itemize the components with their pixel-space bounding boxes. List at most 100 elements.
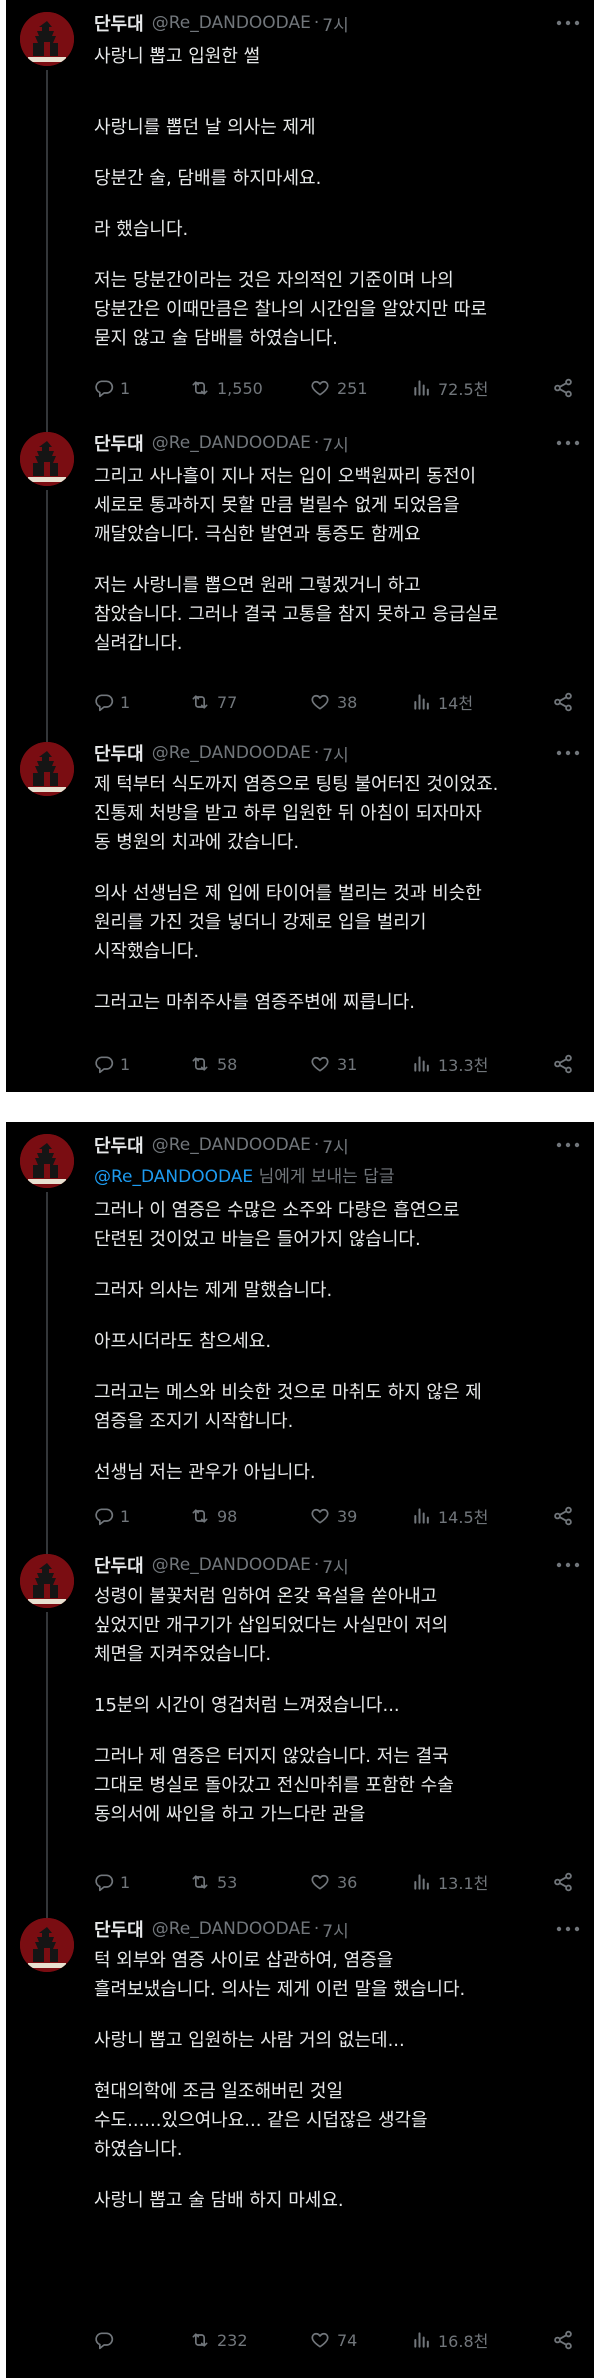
author-handle[interactable]: @Re_DANDOODAE: [152, 13, 311, 33]
tweet-3[interactable]: 단두대 @Re_DANDOODAE · 7시 제 턱부터 식도까지 염증으로 팅…: [6, 730, 594, 1092]
tweet-text: 그리고 사나흘이 지나 저는 입이 오백원짜리 동전이 세로로 통과하지 못할 …: [94, 462, 580, 680]
author-name[interactable]: 단두대: [94, 430, 144, 456]
heart-icon: [309, 1506, 337, 1526]
author-name[interactable]: 단두대: [94, 740, 144, 766]
views-icon: [412, 1872, 438, 1892]
retweet-button[interactable]: 53: [189, 1872, 309, 1892]
like-button[interactable]: 39: [309, 1506, 412, 1526]
retweet-button[interactable]: 58: [189, 1054, 309, 1074]
author-handle[interactable]: @Re_DANDOODAE: [152, 1135, 311, 1155]
views-button[interactable]: 13.1천: [412, 1870, 512, 1894]
avatar[interactable]: [20, 1134, 74, 1188]
tweet-time[interactable]: 7시: [322, 1917, 348, 1942]
reply-button[interactable]: 1: [94, 1054, 189, 1074]
like-button[interactable]: 38: [309, 692, 412, 712]
tweet-paragraph: 선생님 저는 관우가 아닙니다.: [94, 1462, 316, 1483]
reply-icon: [94, 1054, 120, 1074]
share-button[interactable]: [552, 2329, 580, 2351]
views-count: 13.3천: [438, 1056, 489, 1075]
share-button[interactable]: [552, 1505, 580, 1527]
more-horizontal-icon[interactable]: [554, 1134, 582, 1156]
heart-icon: [309, 378, 337, 398]
share-icon: [552, 1871, 580, 1893]
tweet-2[interactable]: 단두대 @Re_DANDOODAE · 7시 그리고 사나흘이 지나 저는 입이…: [6, 420, 594, 730]
author-name[interactable]: 단두대: [94, 1132, 144, 1158]
tweet-actions: 232 74 16.8천: [94, 2326, 580, 2354]
retweet-icon: [189, 378, 217, 398]
tweet-time[interactable]: 7시: [322, 11, 348, 36]
retweet-button[interactable]: 232: [189, 2330, 309, 2350]
reply-icon: [94, 692, 120, 712]
separator-dot: ·: [313, 743, 320, 763]
reply-mention-link[interactable]: @Re_DANDOODAE: [94, 1167, 253, 1187]
more-horizontal-icon[interactable]: [554, 1554, 582, 1576]
tweet-time[interactable]: 7시: [322, 741, 348, 766]
reply-icon: [94, 1506, 120, 1526]
views-button[interactable]: 16.8천: [412, 2328, 512, 2352]
thread-line: [46, 1612, 48, 1906]
tweet-time[interactable]: 7시: [322, 1553, 348, 1578]
tweet-time[interactable]: 7시: [322, 431, 348, 456]
more-horizontal-icon[interactable]: [554, 12, 582, 34]
views-button[interactable]: 13.3천: [412, 1052, 512, 1076]
like-count: 74: [337, 2330, 358, 2350]
retweet-count: 77: [217, 692, 238, 712]
views-button[interactable]: 14.5천: [412, 1504, 512, 1528]
tweet-1[interactable]: 단두대 @Re_DANDOODAE · 7시 사랑니 뽑고 입원한 썰 사랑니를…: [6, 0, 594, 420]
views-count: 13.1천: [438, 1874, 489, 1893]
retweet-button[interactable]: 98: [189, 1506, 309, 1526]
tweet-paragraph: 그러자 의사는 제게 말했습니다.: [94, 1280, 333, 1301]
share-button[interactable]: [552, 1871, 580, 1893]
thread-line: [46, 1906, 48, 1918]
tweet-paragraph: 당분간 술, 담배를 하지마세요.: [94, 168, 322, 189]
avatar[interactable]: [20, 1554, 74, 1608]
avatar[interactable]: [20, 1918, 74, 1972]
more-horizontal-icon[interactable]: [554, 1918, 582, 1940]
share-button[interactable]: [552, 377, 580, 399]
more-horizontal-icon[interactable]: [554, 432, 582, 454]
thread-line: [46, 1192, 48, 1542]
avatar[interactable]: [20, 742, 74, 796]
heart-icon: [309, 1872, 337, 1892]
retweet-count: 58: [217, 1054, 238, 1074]
reply-button[interactable]: [94, 2330, 189, 2350]
like-count: 31: [337, 1054, 358, 1074]
more-horizontal-icon[interactable]: [554, 742, 582, 764]
like-button[interactable]: 31: [309, 1054, 412, 1074]
author-name[interactable]: 단두대: [94, 1916, 144, 1942]
retweet-button[interactable]: 1,550: [189, 378, 309, 398]
tweet-4[interactable]: 단두대 @Re_DANDOODAE · 7시 @Re_DANDOODAE 님에게…: [6, 1122, 594, 1542]
views-count: 72.5천: [438, 380, 489, 399]
views-button[interactable]: 14천: [412, 690, 512, 714]
thread-line: [46, 420, 48, 432]
views-button[interactable]: 72.5천: [412, 376, 512, 400]
reply-button[interactable]: 1: [94, 692, 189, 712]
like-button[interactable]: 36: [309, 1872, 412, 1892]
share-button[interactable]: [552, 691, 580, 713]
author-handle[interactable]: @Re_DANDOODAE: [152, 1555, 311, 1575]
views-count: 14천: [438, 694, 474, 713]
tweet-paragraph: 라 했습니다.: [94, 219, 189, 240]
like-button[interactable]: 74: [309, 2330, 412, 2350]
reply-button[interactable]: 1: [94, 378, 189, 398]
views-icon: [412, 378, 438, 398]
tweet-actions: 1 1,550 251 72.5천: [94, 374, 580, 402]
views-count: 14.5천: [438, 1508, 489, 1527]
tweet-time[interactable]: 7시: [322, 1133, 348, 1158]
tweet-actions: 1 58 31 13.3천: [94, 1050, 580, 1078]
share-button[interactable]: [552, 1053, 580, 1075]
avatar[interactable]: [20, 432, 74, 486]
author-handle[interactable]: @Re_DANDOODAE: [152, 743, 311, 763]
like-button[interactable]: 251: [309, 378, 412, 398]
tweet-5[interactable]: 단두대 @Re_DANDOODAE · 7시 성령이 불꽃처럼 임하여 온갖 욕…: [6, 1542, 594, 1906]
avatar[interactable]: [20, 12, 74, 66]
reply-button[interactable]: 1: [94, 1506, 189, 1526]
retweet-button[interactable]: 77: [189, 692, 309, 712]
tweet-header: 단두대 @Re_DANDOODAE · 7시: [94, 1552, 584, 1578]
author-name[interactable]: 단두대: [94, 10, 144, 36]
author-handle[interactable]: @Re_DANDOODAE: [152, 433, 311, 453]
author-handle[interactable]: @Re_DANDOODAE: [152, 1919, 311, 1939]
reply-button[interactable]: 1: [94, 1872, 189, 1892]
tweet-6[interactable]: 단두대 @Re_DANDOODAE · 7시 턱 외부와 염증 사이로 삽관하여…: [6, 1906, 594, 2378]
author-name[interactable]: 단두대: [94, 1552, 144, 1578]
